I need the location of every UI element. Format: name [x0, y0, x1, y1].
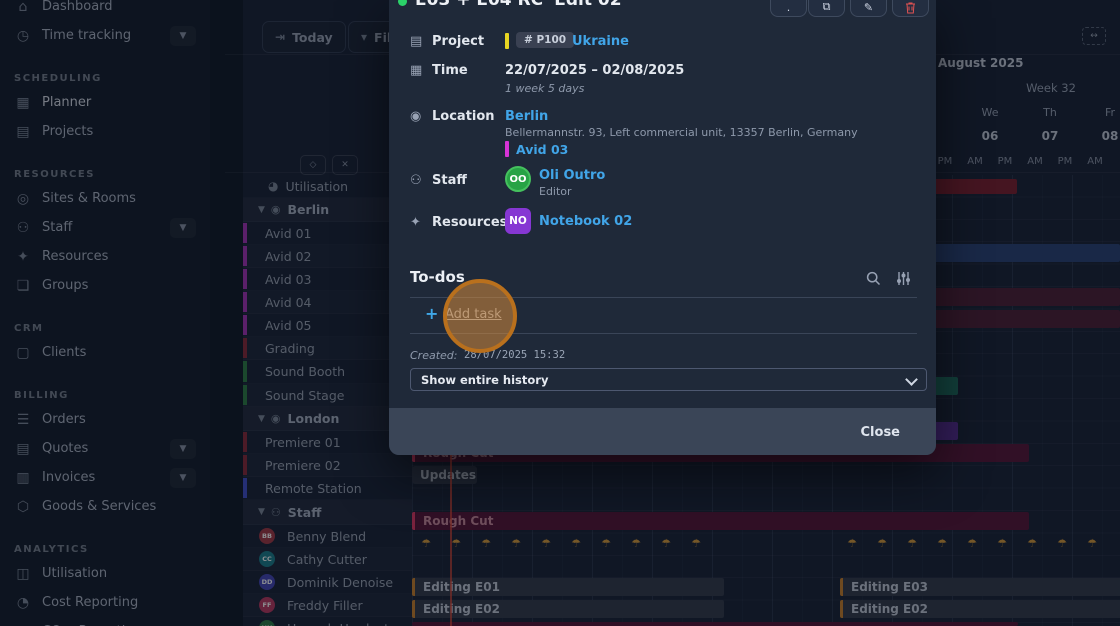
- booking-title: E03 + E04 RC 'Edit 02': [415, 0, 627, 10]
- booking-details-modal: E03 + E04 RC 'Edit 02' . ⧉ ✎ ▤ Project #…: [389, 0, 936, 455]
- created-label: Created:: [410, 349, 457, 362]
- chevron-down-icon: [905, 373, 918, 386]
- staff-role: Editor: [539, 185, 572, 198]
- time-range: 22/07/2025 – 02/08/2025: [505, 63, 684, 78]
- calendar-icon: ▦: [410, 63, 422, 78]
- click-indicator-ring: [443, 279, 517, 353]
- resource-avatar: NO: [505, 208, 531, 234]
- people-icon: ⚇: [410, 173, 422, 188]
- duplicate-button[interactable]: ⧉: [808, 0, 845, 17]
- copy-icon: ⧉: [823, 0, 831, 14]
- delete-button[interactable]: [892, 0, 929, 17]
- more-options-button[interactable]: .: [770, 0, 807, 17]
- location-link[interactable]: Berlin: [505, 109, 548, 124]
- field-label: Location: [432, 109, 495, 124]
- field-label: Staff: [432, 173, 467, 188]
- search-icon[interactable]: [866, 271, 881, 286]
- room-link[interactable]: Avid 03: [516, 142, 568, 157]
- status-dot: [398, 0, 407, 6]
- plus-icon: +: [425, 304, 438, 323]
- staff-link[interactable]: Oli Outro: [539, 168, 605, 183]
- pencil-icon: ✎: [864, 1, 873, 14]
- ellipsis-icon: .: [787, 1, 791, 14]
- field-label: Time: [432, 63, 468, 78]
- modal-footer: Close: [389, 408, 936, 455]
- history-select[interactable]: Show entire history: [410, 368, 927, 391]
- filter-sliders-icon[interactable]: [896, 271, 911, 286]
- field-label: Resources: [432, 215, 507, 230]
- edit-button[interactable]: ✎: [850, 0, 887, 17]
- sparkle-icon: ✦: [410, 215, 421, 230]
- app-window: ⌂ Dashboard ◷ Time tracking ▼ SCHEDULING…: [0, 0, 1120, 626]
- resource-link[interactable]: Notebook 02: [539, 214, 632, 229]
- duration-text: 1 week 5 days: [505, 82, 584, 95]
- todos-heading: To-dos: [410, 268, 465, 286]
- history-select-value: Show entire history: [421, 373, 548, 387]
- project-color-bar: [505, 33, 509, 49]
- close-button[interactable]: Close: [861, 425, 900, 440]
- project-icon: ▤: [410, 34, 422, 49]
- location-address: Bellermannstr. 93, Left commercial unit,…: [505, 126, 858, 139]
- staff-avatar: OO: [505, 166, 531, 192]
- project-code-badge: # P100: [516, 32, 574, 48]
- location-pin-icon: ◉: [410, 109, 421, 124]
- room-color-bar: [505, 141, 509, 157]
- trash-icon: [905, 2, 916, 14]
- project-link[interactable]: Ukraine: [572, 34, 629, 49]
- field-label: Project: [432, 34, 484, 49]
